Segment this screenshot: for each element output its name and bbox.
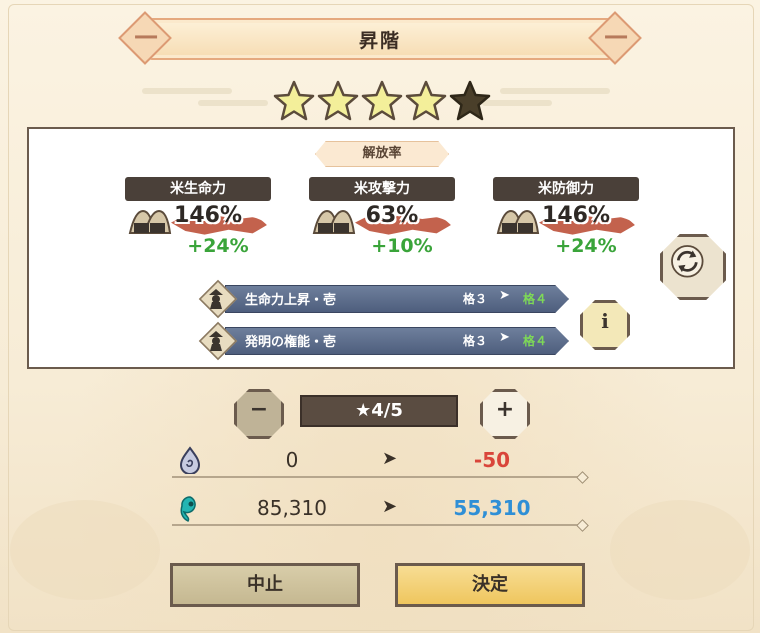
refresh-icon [671, 245, 704, 278]
rice-ball-icon [128, 209, 172, 234]
rice-ball-icon [496, 209, 540, 234]
cloud-line [500, 88, 610, 94]
resource-after: -50 [473, 448, 511, 472]
refresh-button[interactable] [660, 234, 726, 300]
skill-name: 発明の権能・壱 [245, 335, 337, 350]
info-icon: i [601, 309, 609, 333]
cloud-line [142, 88, 232, 94]
cloud-decoration-left [10, 500, 160, 600]
release-rate-tag: 解放率 [315, 141, 449, 167]
spirit-drop-icon [179, 446, 201, 474]
plus-icon: + [495, 397, 515, 422]
scholar-icon [209, 289, 223, 309]
star-filled-icon [272, 74, 316, 128]
cloud-line [198, 100, 268, 106]
star-filled-icon [360, 74, 404, 128]
cloud-line [482, 100, 552, 106]
star-count-display: ★4/5 [300, 395, 458, 427]
title-banner: 昇階 [118, 11, 642, 65]
skill-grade-from: 格３ [463, 334, 488, 348]
scholar-icon [209, 331, 223, 351]
increase-button[interactable]: + [480, 389, 530, 439]
confirm-button[interactable]: 決定 [395, 563, 585, 607]
rice-ball-icon [312, 209, 356, 234]
stat-label: 米攻撃力 [309, 177, 455, 201]
stat-percent: 146% [174, 203, 242, 228]
stat-increase: +24% [555, 235, 617, 257]
star-empty-icon [448, 74, 492, 128]
star-filled-icon [404, 74, 448, 128]
resource-after: 55,310 [453, 496, 531, 520]
arrow-right-icon: ➤ [499, 330, 510, 345]
cancel-button[interactable]: 中止 [170, 563, 360, 607]
minus-icon: − [249, 397, 269, 422]
resource-row-spirit: 0 ➤ -50 [172, 442, 584, 482]
arrow-right-icon: ➤ [382, 448, 398, 469]
stat-hp: 米生命力 146% +24% [125, 177, 271, 257]
stat-percent: 146% [542, 203, 610, 228]
star-filled-icon [316, 74, 360, 128]
page-title: 昇階 [358, 30, 401, 52]
divider [172, 476, 584, 478]
stat-increase: +24% [187, 235, 249, 257]
skill-row[interactable]: 生命力上昇・壱 格３ ➤ 格４ [198, 279, 569, 319]
star-rating [272, 74, 492, 128]
magatama-icon [180, 496, 196, 522]
stat-defense: 米防御力 146% +24% [493, 177, 639, 257]
skill-grade-to: 格４ [523, 292, 548, 306]
info-button[interactable]: i [580, 300, 630, 350]
resource-current: 0 [285, 448, 299, 472]
cloud-decoration-right [610, 500, 750, 600]
stat-label: 米防御力 [493, 177, 639, 201]
divider [172, 524, 584, 526]
skill-grade-to: 格４ [523, 334, 548, 348]
stat-increase: +10% [371, 235, 433, 257]
stat-percent: 63% [365, 203, 419, 228]
skill-row[interactable]: 発明の権能・壱 格３ ➤ 格４ [198, 321, 569, 361]
resource-row-magatama: 85,310 ➤ 55,310 [172, 490, 584, 530]
resource-current: 85,310 [257, 496, 327, 520]
skill-name: 生命力上昇・壱 [245, 293, 337, 308]
arrow-right-icon: ➤ [499, 288, 510, 303]
stat-attack: 米攻撃力 63% +10% [309, 177, 455, 257]
arrow-right-icon: ➤ [382, 496, 398, 517]
decrease-button[interactable]: − [234, 389, 284, 439]
stat-label: 米生命力 [125, 177, 271, 201]
skill-grade-from: 格３ [463, 292, 488, 306]
